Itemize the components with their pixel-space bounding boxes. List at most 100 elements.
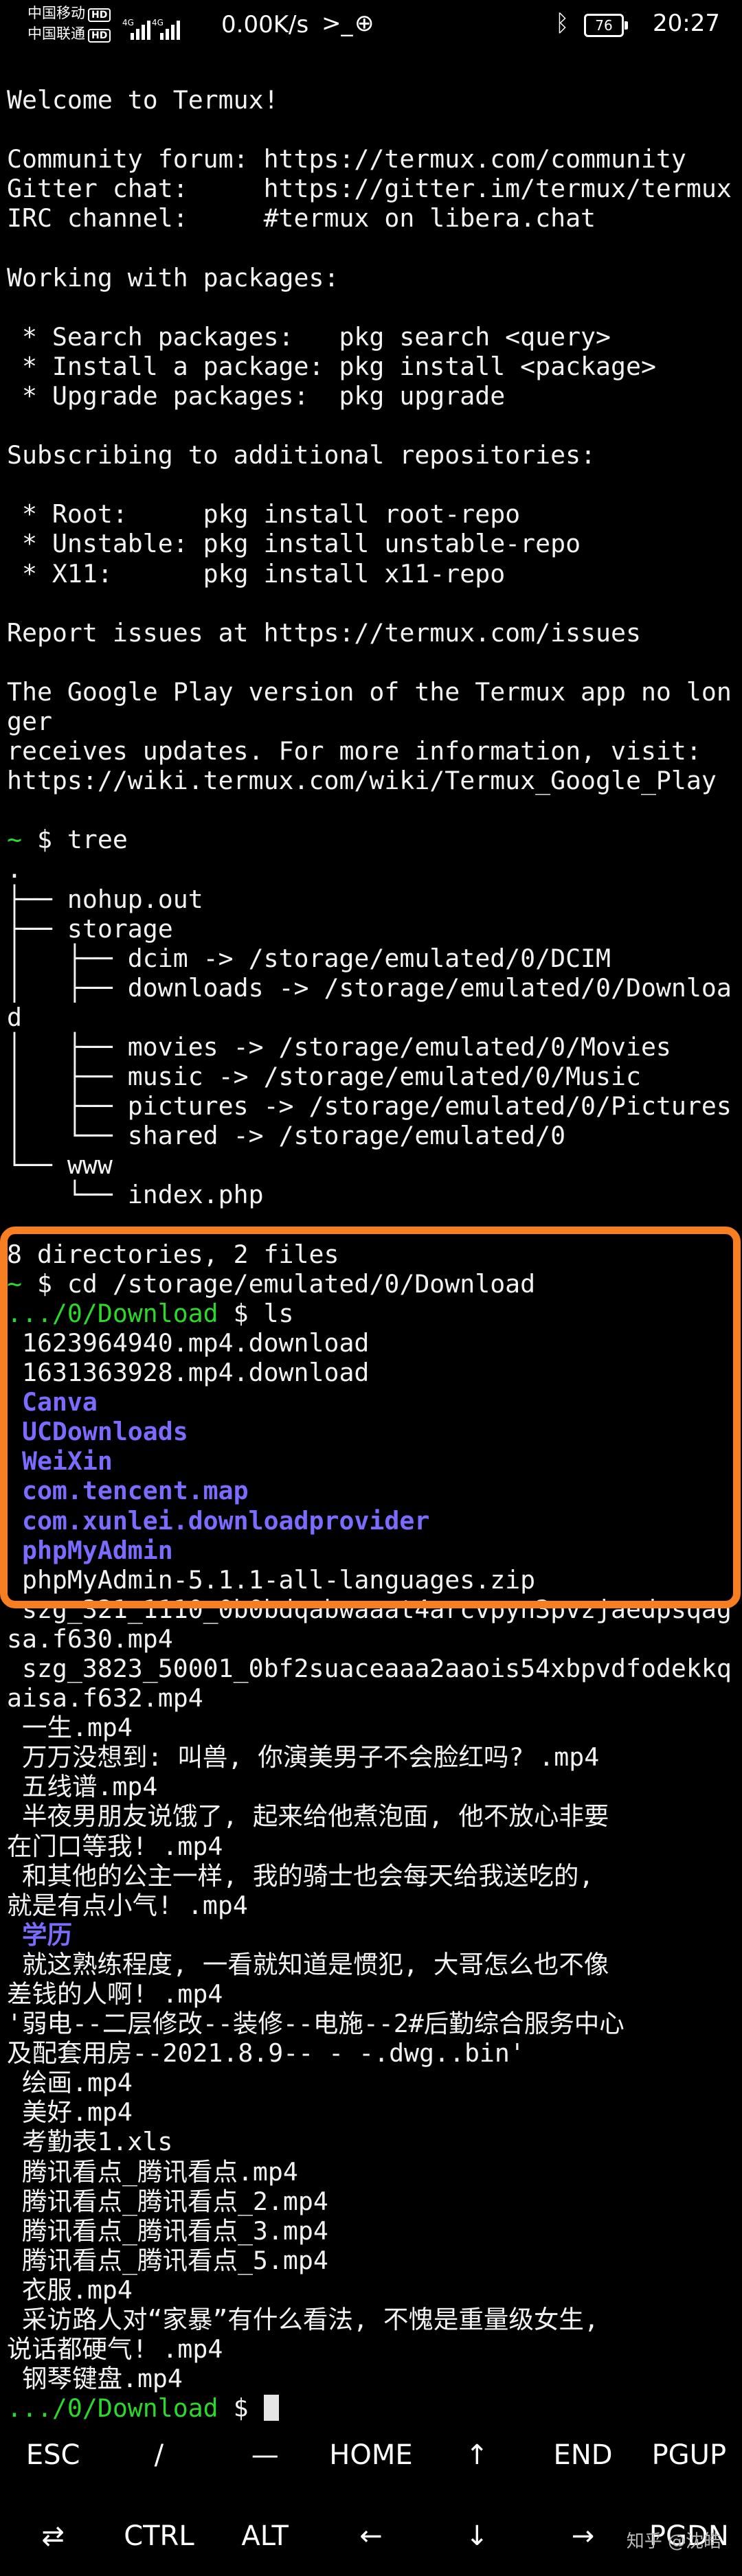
terminal-line: 在门口等我! .mp4	[7, 1832, 735, 1861]
key-row2-5[interactable]: →	[530, 2498, 636, 2574]
key-row1-5[interactable]: END	[530, 2417, 636, 2493]
line-text: 1623964940.mp4.download	[7, 1327, 370, 1358]
key-row2-3[interactable]: ←	[318, 2498, 424, 2574]
terminal-line: │ ├── movies -> /storage/emulated/0/Movi…	[7, 1032, 735, 1062]
terminal-line: 美好.mp4	[7, 2097, 735, 2127]
terminal-line: com.xunlei.downloadprovider	[7, 1506, 735, 1536]
carrier-2: 中国联通 HD	[27, 26, 111, 43]
terminal-line: 1631363928.mp4.download	[7, 1358, 735, 1387]
line-text: szg_3823_50001_0bf2suaceaaa2aaois54xbpvd…	[7, 1653, 732, 1683]
line-text: The Google Play version of the Termux ap…	[7, 676, 732, 707]
line-text: 一生.mp4	[7, 1713, 133, 1743]
line-text: receives updates. For more information, …	[7, 736, 701, 766]
key-row2-2[interactable]: ALT	[212, 2498, 318, 2574]
line-text: Subscribing to additional repositories:	[7, 440, 596, 470]
line-text: 衣服.mp4	[7, 2275, 133, 2305]
line-text: $ ls	[218, 1298, 294, 1328]
terminal-line: Canva	[7, 1387, 735, 1417]
terminal-line: └── index.php	[7, 1180, 735, 1209]
line-text: * Upgrade packages: pkg upgrade	[7, 380, 506, 411]
key-row1-0[interactable]: ESC	[0, 2417, 106, 2493]
line-text: └── index.php	[7, 1180, 264, 1210]
terminal-line: 腾讯看点_腾讯看点.mp4	[7, 2157, 735, 2187]
battery-level: 76	[595, 17, 613, 34]
line-text: 差钱的人啊! .mp4	[7, 1979, 223, 2009]
terminal-line: WeiXin	[7, 1446, 735, 1476]
key-row1-1[interactable]: /	[106, 2417, 212, 2493]
network-type-label: 4G	[152, 18, 164, 27]
directory-entry: UCDownloads	[7, 1417, 188, 1447]
directory-entry: 学历	[7, 1919, 72, 1950]
line-text: │ ├── dcim -> /storage/emulated/0/DCIM	[7, 943, 611, 973]
terminal-line: │ ├── pictures -> /storage/emulated/0/Pi…	[7, 1091, 735, 1121]
bluetooth-icon: ᛒ	[555, 10, 570, 37]
key-row1-4[interactable]: ↑	[424, 2417, 530, 2493]
terminal-line: Working with packages:	[7, 263, 735, 293]
line-text: 半夜男朋友说饿了, 起来给他煮泡面, 他不放心非要	[7, 1801, 609, 1832]
terminal-line: Report issues at https://termux.com/issu…	[7, 618, 735, 648]
terminal-line: 及配套用房--2021.8.9-- - -.dwg..bin'	[7, 2038, 735, 2068]
terminal-line: 绘画.mp4	[7, 2068, 735, 2097]
signal-icons: 4G 4G	[122, 10, 180, 40]
terminal-line: IRC channel: #termux on libera.chat	[7, 203, 735, 233]
directory-entry: WeiXin	[7, 1446, 113, 1477]
line-text: 五线谱.mp4	[7, 1772, 158, 1802]
terminal-line: 采访路人对“家暴”有什么看法, 不愧是重量级女生,	[7, 2305, 735, 2334]
line-text: │ ├── downloads -> /storage/emulated/0/D…	[7, 972, 732, 1003]
line-text: ├── storage	[7, 913, 173, 944]
terminal-line: sa.f630.mp4	[7, 1624, 735, 1654]
line-text: 腾讯看点_腾讯看点_3.mp4	[7, 2215, 328, 2246]
terminal-line: com.tencent.map	[7, 1476, 735, 1505]
terminal-line: 差钱的人啊! .mp4	[7, 1979, 735, 2009]
signal-icon: 4G	[152, 18, 180, 40]
line-text: IRC channel: #termux on libera.chat	[7, 203, 596, 233]
terminal-line: 考勤表1.xls	[7, 2127, 735, 2156]
extra-keys-row-1: ESC / — HOME ↑ END PGUP	[0, 2417, 742, 2493]
line-text: Welcome to Termux!	[7, 85, 279, 115]
line-text: * Search packages: pkg search <query>	[7, 321, 611, 352]
line-text: 万万没想到: 叫兽, 你演美男子不会脸红吗? .mp4	[7, 1742, 600, 1773]
status-bar: 中国移动 HD 中国联通 HD 4G 4G 0.00K/s >_ ⊕ ᛒ 76 20…	[0, 0, 742, 54]
terminal-line: Gitter chat: https://gitter.im/termux/te…	[7, 174, 735, 203]
line-text: https://wiki.termux.com/wiki/Termux_Goog…	[7, 766, 717, 796]
terminal-line: aisa.f632.mp4	[7, 1683, 735, 1713]
line-text: 1631363928.mp4.download	[7, 1358, 370, 1388]
battery-icon: 76	[584, 14, 628, 37]
terminal-line: 腾讯看点_腾讯看点_3.mp4	[7, 2216, 735, 2246]
terminal-line: 万万没想到: 叫兽, 你演美男子不会脸红吗? .mp4	[7, 1742, 735, 1772]
directory-entry: com.tencent.map	[7, 1476, 249, 1506]
key-row2-1[interactable]: CTRL	[106, 2498, 212, 2574]
prompt-path: ~	[7, 825, 22, 855]
carrier-1: 中国移动 HD	[27, 5, 111, 22]
line-text: 腾讯看点_腾讯看点_5.mp4	[7, 2245, 328, 2275]
terminal-line: Subscribing to additional repositories:	[7, 440, 735, 470]
terminal-line: ├── storage	[7, 914, 735, 944]
line-text: │ ├── pictures -> /storage/emulated/0/Pi…	[7, 1091, 732, 1121]
terminal-line: * X11: pkg install x11-repo	[7, 559, 735, 589]
line-text: 绘画.mp4	[7, 2068, 133, 2098]
terminal-line: * Search packages: pkg search <query>	[7, 322, 735, 352]
key-row1-3[interactable]: HOME	[318, 2417, 424, 2493]
line-text: * Unstable: pkg install unstable-repo	[7, 529, 581, 559]
terminal-line: https://wiki.termux.com/wiki/Termux_Goog…	[7, 766, 735, 795]
terminal-line: │ ├── dcim -> /storage/emulated/0/DCIM	[7, 944, 735, 973]
terminal-line: 衣服.mp4	[7, 2275, 735, 2305]
line-text: $ cd /storage/emulated/0/Download	[21, 1268, 536, 1299]
terminal-line: 一生.mp4	[7, 1713, 735, 1742]
terminal-output[interactable]: Welcome to Termux! Community forum: https…	[7, 85, 735, 2423]
key-row2-4[interactable]: ↓	[424, 2498, 530, 2574]
terminal-line: 腾讯看点_腾讯看点_2.mp4	[7, 2187, 735, 2216]
directory-entry: phpMyAdmin	[7, 1535, 173, 1565]
terminal-line: * Upgrade packages: pkg upgrade	[7, 381, 735, 411]
key-row2-0[interactable]: ⇄	[0, 2498, 106, 2574]
line-text: * X11: pkg install x11-repo	[7, 558, 506, 589]
line-text: sa.f630.mp4	[7, 1623, 173, 1654]
key-row1-6[interactable]: PGUP	[636, 2417, 742, 2493]
terminal-notification-icon: >_	[322, 10, 353, 37]
line-text: * Root: pkg install root-repo	[7, 499, 521, 529]
line-text: Report issues at https://termux.com/issu…	[7, 617, 641, 648]
key-row1-2[interactable]: —	[212, 2417, 318, 2493]
line-text: 腾讯看点_腾讯看点.mp4	[7, 2156, 298, 2187]
